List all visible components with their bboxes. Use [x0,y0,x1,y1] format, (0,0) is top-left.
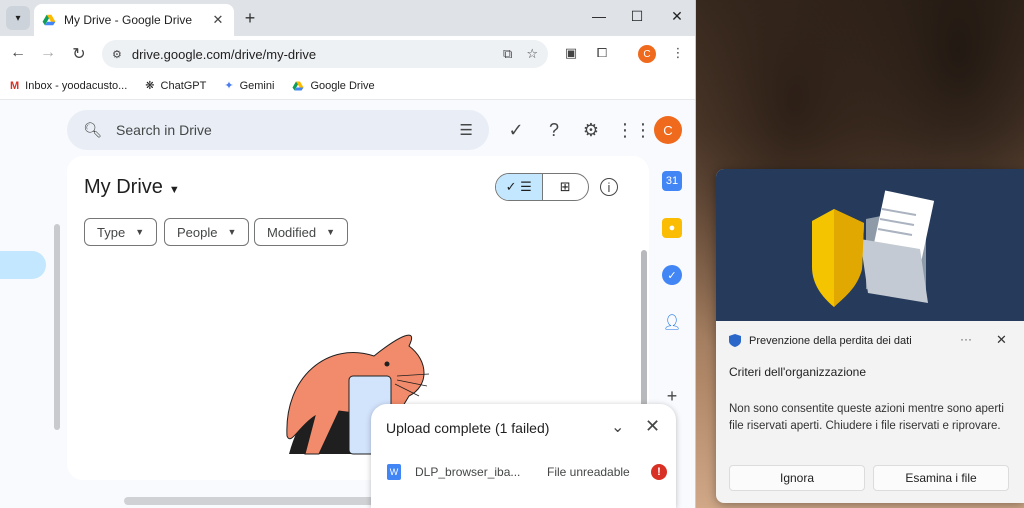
browser-toolbar: ← → ↻ ⚙ drive.google.com/drive/my-drive … [0,36,695,72]
chevron-down-icon: ▼ [168,184,180,196]
notification-title: Criteri dell'organizzazione [729,365,867,379]
drive-icon [292,81,304,90]
extension-dlp-icon[interactable]: ▣ [561,45,581,61]
bookmark-label: ChatGPT [160,79,207,92]
tab-title: My Drive - Google Drive [64,13,193,27]
chevron-down-icon: ▼ [135,227,145,237]
bookmark-inbox[interactable]: M Inbox - yoodacusto... [10,80,127,92]
reload-icon[interactable]: ↻ [68,44,90,64]
tab-strip: ▾ My Drive - Google Drive ✕ + — ☐ ✕ [0,0,695,36]
install-app-icon[interactable]: ⧉ [503,46,512,62]
new-tab-icon[interactable]: + [240,8,260,29]
info-icon[interactable]: i [600,178,618,196]
filter-chip-type[interactable]: Type ▼ [84,218,158,246]
bookmark-label: Inbox - yoodacusto... [25,79,128,92]
view-toggle: ✓ ☰ ⊞ [495,173,589,201]
tab-search-icon[interactable]: ▾ [6,6,30,30]
bookmark-label: Gemini [239,79,275,92]
upload-close-icon[interactable]: ✕ [645,416,660,437]
account-avatar[interactable]: C [654,116,682,144]
add-addon-icon[interactable]: + [662,386,682,406]
page-title-text: My Drive [84,176,163,198]
browser-menu-icon[interactable]: ⋮ [668,45,688,61]
drive-search-input[interactable]: 🔍︎ Search in Drive ☰ [67,110,489,150]
chevron-down-icon: ▼ [227,227,237,237]
contacts-icon[interactable]: 👤︎ [662,312,682,332]
offline-ready-icon[interactable]: ✓ [505,120,527,141]
grid-view-button[interactable]: ⊞ [543,174,589,200]
help-icon[interactable]: ? [543,120,565,141]
back-icon[interactable]: ← [7,44,29,62]
notification-body: Non sono consentite queste azioni mentre… [729,403,1004,432]
minimize-icon[interactable]: — [584,8,614,24]
site-info-icon[interactable]: ⚙ [112,48,122,61]
tab-my-drive[interactable]: My Drive - Google Drive ✕ [34,4,234,36]
filter-chip-people[interactable]: People ▼ [164,218,250,246]
upload-file-status: File unreadable [547,465,630,479]
upload-status-panel: Upload complete (1 failed) ⌄ ✕ W DLP_bro… [371,404,676,508]
filter-chip-label: Type [97,224,126,240]
upload-file-name: DLP_browser_iba... [415,465,521,479]
review-files-button[interactable]: Esamina i file [873,465,1009,491]
tab-close-icon[interactable]: ✕ [210,12,226,28]
upload-file-row[interactable]: W DLP_browser_iba... File unreadable ! [387,462,667,482]
filter-chip-label: Modified [267,224,317,240]
extensions-puzzle-icon[interactable]: ⧠ [592,45,612,61]
gmail-icon: M [10,79,20,92]
page-title[interactable]: My Drive ▼ [84,176,180,199]
ignore-button[interactable]: Ignora [729,465,865,491]
list-view-button[interactable]: ✓ ☰ [496,174,543,200]
url-text: drive.google.com/drive/my-drive [131,46,317,62]
gemini-icon: ✦ [224,80,234,92]
more-options-icon[interactable]: ··· [960,332,972,346]
word-doc-icon: W [387,464,401,480]
calendar-icon[interactable]: 31 [662,171,682,191]
defender-shield-icon [729,334,741,347]
notification-app-name: Prevenzione della perdita dei dati [749,334,912,347]
settings-gear-icon[interactable]: ⚙ [580,120,602,141]
apps-grid-icon[interactable]: ⋮⋮ [616,120,652,141]
bookmark-gemini[interactable]: ✦ Gemini [224,79,275,93]
collapse-chevron-icon[interactable]: ⌄ [611,417,624,437]
chrome-window: ▾ My Drive - Google Drive ✕ + — ☐ ✕ ← → … [0,0,696,508]
nav-selected-item[interactable] [0,251,46,279]
shield-folder-illustration [812,190,935,307]
notification-hero [716,169,1024,321]
error-icon[interactable]: ! [651,464,667,480]
search-icon: 🔍︎ [83,122,103,139]
bookmark-chatgpt[interactable]: ❋ ChatGPT [145,79,207,93]
search-placeholder: Search in Drive [116,122,212,138]
dlp-notification: Prevenzione della perdita dei dati ··· ✕… [716,169,1024,503]
filter-chip-label: People [177,224,218,240]
nav-scrollbar[interactable] [54,224,60,430]
bookmark-google-drive[interactable]: Google Drive [292,79,375,92]
address-bar[interactable]: ⚙ drive.google.com/drive/my-drive ⧉ ☆ [102,40,548,68]
chatgpt-icon: ❋ [145,80,155,92]
bookmarks-bar: M Inbox - yoodacusto... ❋ ChatGPT ✦ Gemi… [0,72,695,100]
notification-close-icon[interactable]: ✕ [996,332,1007,348]
browser-profile-avatar[interactable]: C [638,45,656,63]
tasks-icon[interactable]: ✓ [662,265,682,285]
window-close-icon[interactable]: ✕ [662,8,692,25]
notification-header: Prevenzione della perdita dei dati [729,334,912,347]
upload-title: Upload complete (1 failed) [386,420,550,436]
filter-chip-modified[interactable]: Modified ▼ [254,218,349,246]
forward-icon[interactable]: → [37,44,59,62]
chevron-down-icon: ▼ [326,227,336,237]
bookmark-label: Google Drive [310,79,375,92]
drive-favicon-icon [42,14,56,26]
search-options-icon[interactable]: ☰ [460,121,473,139]
keep-icon[interactable]: ● [662,218,682,238]
maximize-icon[interactable]: ☐ [622,8,652,25]
bookmark-star-icon[interactable]: ☆ [526,46,538,62]
